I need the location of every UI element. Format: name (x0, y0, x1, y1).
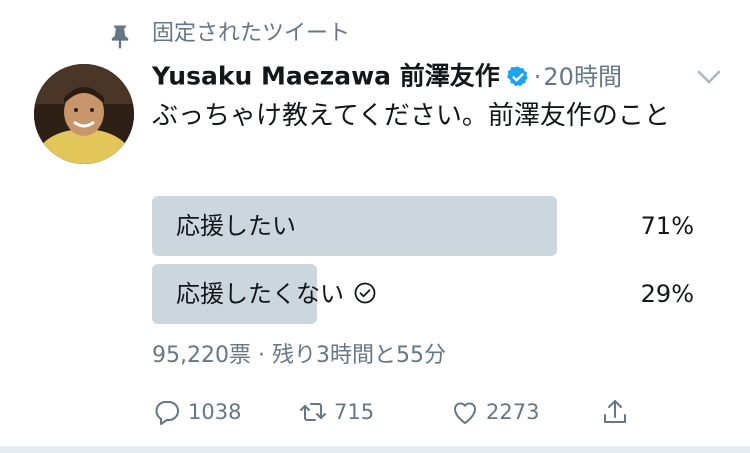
reply-count: 1038 (188, 400, 242, 424)
verified-badge-icon (506, 66, 528, 86)
timestamp[interactable]: 20時間 (543, 63, 622, 91)
pin-icon (111, 25, 129, 49)
retweet-icon (300, 403, 326, 421)
reply-button[interactable]: 1038 (152, 392, 241, 432)
share-icon (604, 400, 626, 423)
tweet-header: Yusaku Maezawa 前澤友作 ·20時間 (152, 56, 622, 96)
tweet-actions: 1038 715 2273 (152, 392, 672, 432)
reply-icon (155, 401, 179, 425)
share-button[interactable] (600, 392, 630, 432)
avatar[interactable] (34, 64, 134, 164)
poll-option-1-percent: 71% (640, 212, 694, 240)
poll-option-2[interactable]: 応援したくない 29% (152, 264, 712, 324)
avatar-image (34, 64, 134, 164)
tweet-text: ぶっちゃけ教えてください。前澤友作のこと (152, 101, 670, 131)
poll-meta: 95,220票 · 残り3時間と55分 (152, 343, 446, 368)
display-name[interactable]: Yusaku Maezawa 前澤友作 (152, 62, 500, 91)
poll-option-1[interactable]: 応援したい 71% (152, 196, 712, 256)
retweet-count: 715 (334, 400, 375, 424)
divider (0, 446, 750, 453)
heart-icon (453, 402, 477, 424)
poll-option-2-label-wrap: 応援したくない (176, 264, 376, 324)
check-circle-icon (354, 282, 376, 304)
retweet-button[interactable]: 715 (298, 392, 374, 432)
like-count: 2273 (486, 400, 540, 424)
poll-option-2-label: 応援したくない (176, 280, 344, 308)
like-button[interactable]: 2273 (450, 392, 539, 432)
chevron-down-icon[interactable] (694, 64, 724, 88)
poll-option-1-label: 応援したい (176, 212, 296, 240)
time-separator: · (533, 62, 542, 91)
pinned-label: 固定されたツイート (152, 21, 351, 46)
poll-option-2-percent: 29% (640, 280, 694, 308)
